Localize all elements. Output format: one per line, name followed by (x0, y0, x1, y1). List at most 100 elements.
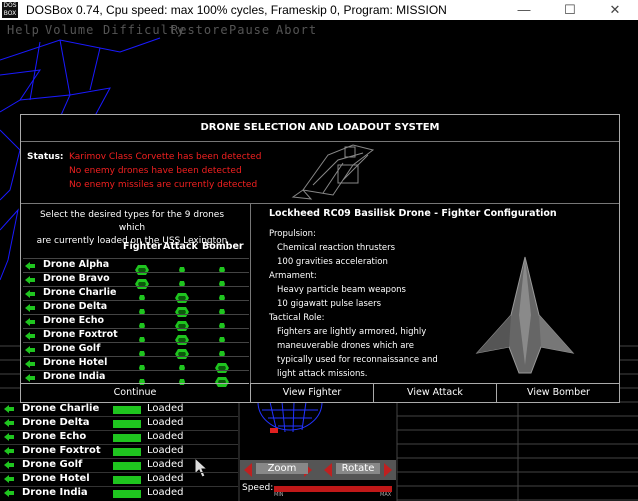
drone-row[interactable]: Drone Bravo (23, 272, 249, 289)
arrow-icon (25, 346, 35, 354)
drone-row[interactable]: Drone Foxtrot (23, 328, 249, 345)
continue-button[interactable]: Continue (21, 383, 249, 402)
drone-name: Drone Charlie (22, 403, 100, 414)
drone-row[interactable]: Drone Alpha (23, 258, 249, 275)
status-label: Status: (27, 152, 64, 162)
drone-name: Drone Hotel (22, 473, 90, 484)
status-line: No enemy missiles are currently detected (69, 180, 258, 190)
drone-name: Drone India (43, 371, 106, 382)
arrow-icon (25, 290, 35, 298)
view-controls: Zoom Rotate (240, 460, 396, 480)
drone-status: Loaded (147, 473, 184, 484)
red-marker (270, 428, 278, 433)
status-line: No enemy drones have been detected (69, 166, 242, 176)
drone-row[interactable]: Drone India (23, 370, 249, 387)
arrow-icon (25, 304, 35, 312)
loaded-bar (113, 434, 141, 442)
list-item[interactable]: Drone Charlie Loaded (0, 402, 238, 417)
drone-row[interactable]: Drone Echo (23, 314, 249, 331)
list-item[interactable]: Drone India Loaded (0, 486, 238, 501)
loaded-bar (113, 462, 141, 470)
drone-name: Drone Charlie (43, 287, 117, 298)
drone-name: Drone Bravo (43, 273, 110, 284)
speed-min-label: MIN (274, 492, 284, 498)
view-fighter-button[interactable]: View Fighter (250, 383, 373, 402)
status-line: Karimov Class Corvette has been detected (69, 152, 262, 162)
drone-name: Drone Golf (22, 459, 83, 470)
detail-line: 100 gravities acceleration (277, 257, 388, 267)
list-item[interactable]: Drone Hotel Loaded (0, 472, 238, 487)
speed-control: Speed: MIN MAX (240, 482, 396, 500)
zoom-button[interactable]: Zoom (256, 463, 308, 474)
list-item[interactable]: Drone Golf Loaded (0, 458, 238, 473)
col-attack: Attack (163, 241, 198, 252)
speed-max-label: MAX (380, 492, 392, 498)
drone-name: Drone India (22, 487, 88, 498)
col-bomber: Bomber (202, 241, 244, 252)
instruction-line: Select the desired types for the 9 drone… (39, 210, 225, 233)
detail-line: typically used for reconnaissance and (277, 355, 438, 365)
drone-status: Loaded (147, 403, 184, 414)
list-item[interactable]: Drone Delta Loaded (0, 416, 238, 431)
arrow-icon (4, 433, 14, 441)
speed-label: Speed: (242, 483, 274, 493)
loaded-bar (113, 490, 141, 498)
arrow-icon (4, 475, 14, 483)
drone-name: Drone Foxtrot (22, 445, 101, 456)
list-item[interactable]: Drone Foxtrot Loaded (0, 444, 238, 459)
drone-row[interactable]: Drone Golf (23, 342, 249, 359)
arrow-icon (25, 262, 35, 270)
planet-wireframe (257, 401, 323, 433)
corvette-wireframe-icon (291, 144, 375, 200)
detail-line: 10 gigawatt pulse lasers (277, 299, 382, 309)
drone-name: Drone Echo (43, 315, 105, 326)
arrow-icon (25, 360, 35, 368)
drone-detail-heading: Lockheed RC09 Basilisk Drone - Fighter C… (269, 208, 557, 219)
drone-name: Drone Foxtrot (43, 329, 118, 340)
arrow-icon (4, 405, 14, 413)
loaded-bar (113, 476, 141, 484)
role-label: Tactical Role: (269, 313, 325, 323)
background-drone-list: Drone Charlie Loaded Drone Delta Loaded … (0, 402, 238, 501)
drone-row[interactable]: Drone Charlie (23, 286, 249, 303)
drone-status: Loaded (147, 487, 184, 498)
armament-label: Armament: (269, 271, 317, 281)
arrow-icon (25, 276, 35, 284)
loaded-bar (113, 406, 141, 414)
arrow-icon (25, 374, 35, 382)
rotate-button[interactable]: Rotate (336, 463, 380, 474)
drone-row[interactable]: Drone Hotel (23, 356, 249, 373)
arrow-icon (4, 447, 14, 455)
drone-name: Drone Delta (43, 301, 108, 312)
list-item[interactable]: Drone Echo Loaded (0, 430, 238, 445)
propulsion-label: Propulsion: (269, 229, 316, 239)
loaded-bar (113, 448, 141, 456)
fighter-drone-image (475, 256, 575, 374)
arrow-icon (25, 318, 35, 326)
drone-name: Drone Alpha (43, 259, 110, 270)
drone-name: Drone Golf (43, 343, 101, 354)
drone-name: Drone Delta (22, 417, 90, 428)
detail-line: maneuverable drones which are (277, 341, 415, 351)
view-attack-button[interactable]: View Attack (373, 383, 496, 402)
drone-status: Loaded (147, 417, 184, 428)
detail-line: Fighters are lightly armored, highly (277, 327, 427, 337)
arrow-icon (25, 332, 35, 340)
drone-status: Loaded (147, 459, 184, 470)
drone-name: Drone Echo (22, 431, 87, 442)
drone-loadout-dialog: DRONE SELECTION AND LOADOUT SYSTEM Statu… (20, 114, 620, 403)
speed-slider[interactable] (274, 486, 392, 492)
drone-row[interactable]: Drone Delta (23, 300, 249, 317)
drone-status: Loaded (147, 431, 184, 442)
arrow-icon (4, 489, 14, 497)
arrow-icon (4, 461, 14, 469)
view-bomber-button[interactable]: View Bomber (496, 383, 620, 402)
col-fighter: Fighter (123, 241, 162, 252)
detail-line: Heavy particle beam weapons (277, 285, 406, 295)
drone-status: Loaded (147, 445, 184, 456)
drone-name: Drone Hotel (43, 357, 108, 368)
arrow-icon (4, 419, 14, 427)
detail-line: Chemical reaction thrusters (277, 243, 396, 253)
loaded-bar (113, 420, 141, 428)
detail-line: light attack missions. (277, 369, 368, 379)
